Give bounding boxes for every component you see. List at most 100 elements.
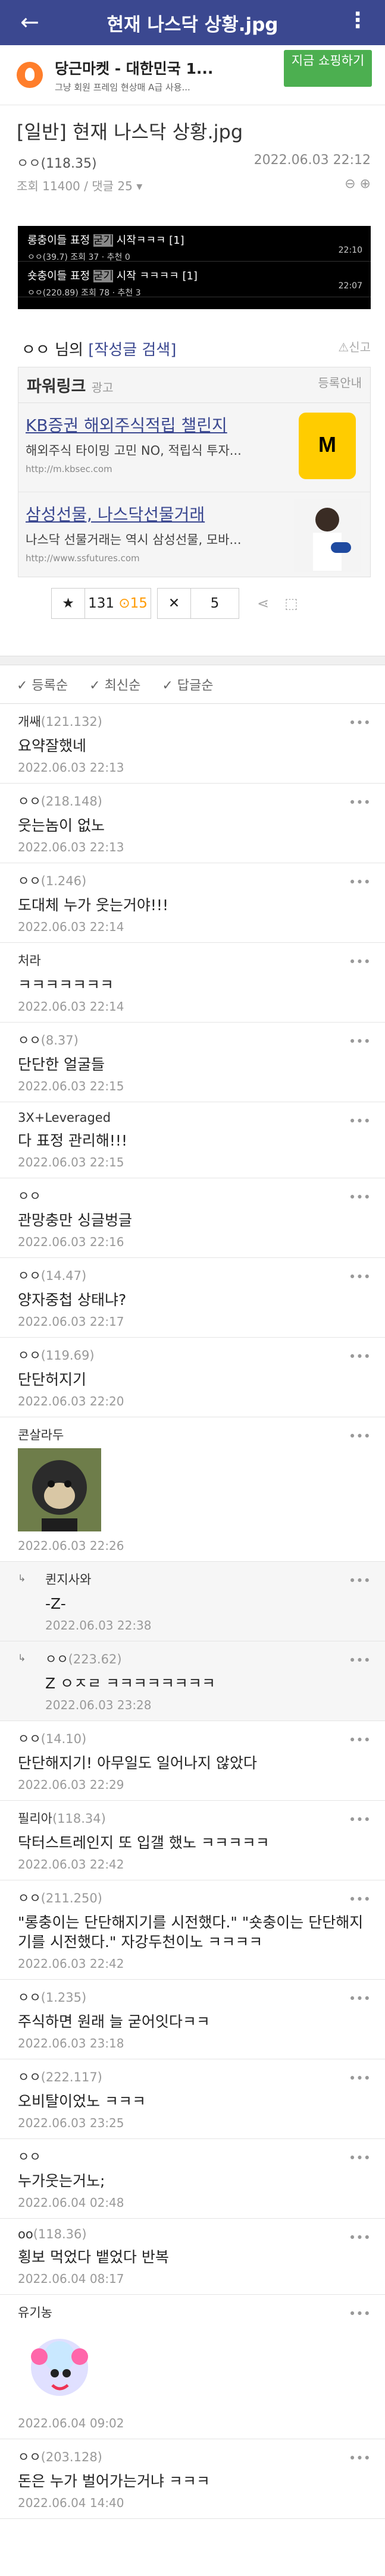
more-menu-icon[interactable]: ⋮ — [347, 8, 368, 33]
comment-author[interactable]: ㅇㅇ(218.148) — [18, 792, 371, 810]
comment-author[interactable]: 유기농 — [18, 2303, 371, 2321]
comment-author[interactable]: ㅇㅇ(1.235) — [18, 1988, 371, 2006]
comment-author[interactable]: ㅇㅇ(222.117) — [18, 2068, 371, 2086]
comment-author[interactable]: ㅇㅇ(8.37) — [18, 1031, 371, 1049]
comment-date: 2022.06.04 08:17 — [18, 2272, 124, 2286]
comment-text: 누가웃는거노; — [18, 2172, 105, 2190]
comment-more-icon[interactable]: ••• — [349, 1350, 371, 1364]
comment-item: 처라 ㅋㅋㅋㅋㅋㅋㅋ 2022.06.03 22:14 ••• — [0, 943, 385, 1023]
comment-author[interactable]: 퀸지사와 — [45, 1570, 371, 1588]
comment-more-icon[interactable]: ••• — [349, 2307, 371, 2321]
comment-author[interactable]: ㅇㅇ(211.250) — [18, 1889, 371, 1907]
ad-link[interactable]: 삼성선물, 나스닥선물거래 나스닥 선물거래는 역시 삼성선물, 모바... h… — [18, 492, 370, 581]
monkey-image — [18, 1448, 371, 1534]
sort-registered[interactable]: ✓ 등록순 — [17, 675, 68, 694]
comment-text: "롱충이는 단단해지기를 시전했다." "숏충이는 단단해지기를 시전했다." … — [18, 1914, 364, 1951]
comment-text: 관망충만 싱글벙글 — [18, 1212, 132, 1229]
comment-text: 웃는놈이 없노 — [18, 817, 105, 834]
comment-more-icon[interactable]: ••• — [349, 1813, 371, 1827]
comment-item: 유기농 2022.06.04 09:02 ••• — [0, 2295, 385, 2439]
reply-item: ↳ 퀸지사와 -Z- 2022.06.03 22:38 ••• — [0, 1562, 385, 1641]
comment-date: 2022.06.04 14:40 — [18, 2496, 124, 2510]
comment-author[interactable]: ㅇㅇ(14.47) — [18, 1266, 371, 1284]
comment-more-icon[interactable]: ••• — [349, 2231, 371, 2245]
comment-text: 다 표정 관리해!!! — [18, 1132, 127, 1149]
comment-author[interactable]: ㅇㅇ(223.62) — [45, 1650, 371, 1668]
comment-item: 3X+Leveraged 다 표정 관리해!!! 2022.06.03 22:15 •… — [0, 1102, 385, 1178]
comment-more-icon[interactable]: ••• — [349, 2151, 371, 2165]
comment-date: 2022.06.04 09:02 — [18, 2416, 124, 2430]
comment-item: ㅇㅇ(14.47) 양자중첩 상태냐? 2022.06.03 22:17 ••• — [0, 1258, 385, 1338]
comment-more-icon[interactable]: ••• — [349, 1892, 371, 1907]
comment-author[interactable]: ㅇㅇ — [18, 2147, 371, 2165]
comment-item: ㅇㅇ(119.69) 단단허지기 2022.06.03 22:20 ••• — [0, 1338, 385, 1417]
comment-more-icon[interactable]: ••• — [349, 1270, 371, 1284]
comment-more-icon[interactable]: ••• — [349, 1574, 371, 1588]
comment-author[interactable]: ㅇㅇ(1.246) — [18, 872, 371, 889]
comment-date: 2022.06.03 22:14 — [18, 999, 124, 1014]
comment-text: Z ㅇㅈㄹ ㅋㅋㅋㅋㅋㅋㅋㅋ — [45, 1675, 216, 1692]
downvote-icon[interactable]: ✕ — [157, 588, 191, 619]
comment-author[interactable]: ㅇㅇ(14.10) — [18, 1729, 371, 1747]
comment-more-icon[interactable]: ••• — [349, 2071, 371, 2086]
comment-text: 닥터스트레인지 또 입갤 했노 ㅋㅋㅋㅋㅋ — [18, 1834, 270, 1851]
comment-author[interactable]: oo(118.36) — [18, 2227, 371, 2241]
comment-more-icon[interactable]: ••• — [349, 1733, 371, 1747]
sort-latest[interactable]: ✓ 최신순 — [89, 675, 140, 694]
register-link[interactable]: 등록안내 — [318, 373, 362, 397]
comment-sort-bar: ✓ 등록순 ✓ 최신순 ✓ 답글순 — [0, 665, 385, 704]
report-button[interactable]: ⚠신고 — [338, 338, 371, 360]
comment-more-icon[interactable]: ••• — [349, 1653, 371, 1668]
recommend-star-icon[interactable]: ★ — [51, 588, 85, 619]
image-row: 롱충이들 표정 굳기 시작ㅋㅋㅋ [1] ㅇㅇ(39.7) 조회 37 · 추천… — [18, 226, 371, 262]
sort-replies[interactable]: ✓ 답글순 — [162, 675, 213, 694]
comment-author[interactable]: 개쌔(121.132) — [18, 712, 371, 730]
comment-author[interactable]: ㅇㅇ(203.128) — [18, 2448, 371, 2465]
comment-more-icon[interactable]: ••• — [349, 875, 371, 889]
image-row: 숏충이들 표정 굳기 시작 ㅋㅋㅋㅋ [1] ㅇㅇ(220.89) 조회 78 … — [18, 262, 371, 298]
anime-image — [18, 2326, 371, 2411]
comment-item: ㅇㅇ(8.37) 단단한 얼굴들 2022.06.03 22:15 ••• — [0, 1023, 385, 1102]
comment-more-icon[interactable]: ••• — [349, 955, 371, 969]
back-arrow-icon[interactable]: ← — [20, 11, 39, 33]
comment-more-icon[interactable]: ••• — [349, 1190, 371, 1204]
comment-author[interactable]: ㅇㅇ — [18, 1187, 371, 1204]
comment-more-icon[interactable]: ••• — [349, 2451, 371, 2465]
app-bar: ← 현재 나스닥 상황.jpg ⋮ — [0, 0, 385, 45]
comment-date: 2022.06.03 22:38 — [45, 1618, 152, 1633]
comment-text: 요약잘했네 — [18, 737, 87, 754]
comment-author[interactable]: 콘살라두 — [18, 1426, 371, 1443]
comment-more-icon[interactable]: ••• — [349, 1429, 371, 1443]
comment-date: 2022.06.04 02:48 — [18, 2196, 124, 2210]
post-author[interactable]: ㅇㅇ(118.35) — [17, 153, 97, 172]
search-posts-link[interactable]: [작성글 검색] — [88, 341, 176, 359]
comment-text: 오비탈이었노 ㅋㅋㅋ — [18, 2093, 146, 2110]
comment-more-icon[interactable]: ••• — [349, 795, 371, 810]
comment-author[interactable]: 필리아(118.34) — [18, 1809, 371, 1827]
ad-link[interactable]: KB증권 해외주식적립 챌린지 해외주식 타이밍 고민 NO, 적립식 투자..… — [18, 403, 370, 492]
section-divider — [0, 656, 385, 665]
comment-list: 개쌔(121.132) 요약잘했네 2022.06.03 22:13 ••• ㅇㅇ(21… — [0, 704, 385, 2519]
comment-item: ㅇㅇ 누가웃는거노; 2022.06.04 02:48 ••• — [0, 2139, 385, 2219]
comment-more-icon[interactable]: ••• — [349, 1034, 371, 1049]
svg-text:M: M — [318, 432, 336, 457]
zoom-controls-icon[interactable]: ⊖ ⊕ — [345, 177, 371, 194]
comment-more-icon[interactable]: ••• — [349, 1114, 371, 1128]
ad-shop-button[interactable]: 지금 쇼핑하기 — [284, 50, 372, 87]
comment-author[interactable]: 처라 — [18, 951, 371, 969]
comment-text: 양자중첩 상태냐? — [18, 1291, 127, 1309]
comment-date: 2022.06.03 22:16 — [18, 1235, 124, 1249]
comment-item: 콘살라두 2022.06.03 22:26 ••• — [0, 1417, 385, 1562]
kb-logo-icon: M — [299, 413, 356, 479]
comment-author[interactable]: 3X+Leveraged — [18, 1111, 371, 1125]
ad-banner[interactable]: 당근마켓 - 대한민국 1... 그냥 회원 프레임 현상매 A급 사용... … — [0, 45, 385, 105]
bookmark-icon[interactable]: ⬚ — [284, 595, 298, 612]
share-icon[interactable]: ⋖ — [257, 595, 269, 612]
comment-more-icon[interactable]: ••• — [349, 1992, 371, 2006]
comment-text: 주식하면 원래 늘 굳어잇다ㅋㅋ — [18, 2013, 210, 2030]
comment-item: 필리아(118.34) 닥터스트레인지 또 입갤 했노 ㅋㅋㅋㅋㅋ 2022.06.… — [0, 1801, 385, 1880]
comment-more-icon[interactable]: ••• — [349, 716, 371, 730]
page-title: 현재 나스닥 상황.jpg — [107, 14, 278, 36]
comment-author[interactable]: ㅇㅇ(119.69) — [18, 1346, 371, 1364]
comment-item: ㅇㅇ 관망충만 싱글벙글 2022.06.03 22:16 ••• — [0, 1178, 385, 1258]
